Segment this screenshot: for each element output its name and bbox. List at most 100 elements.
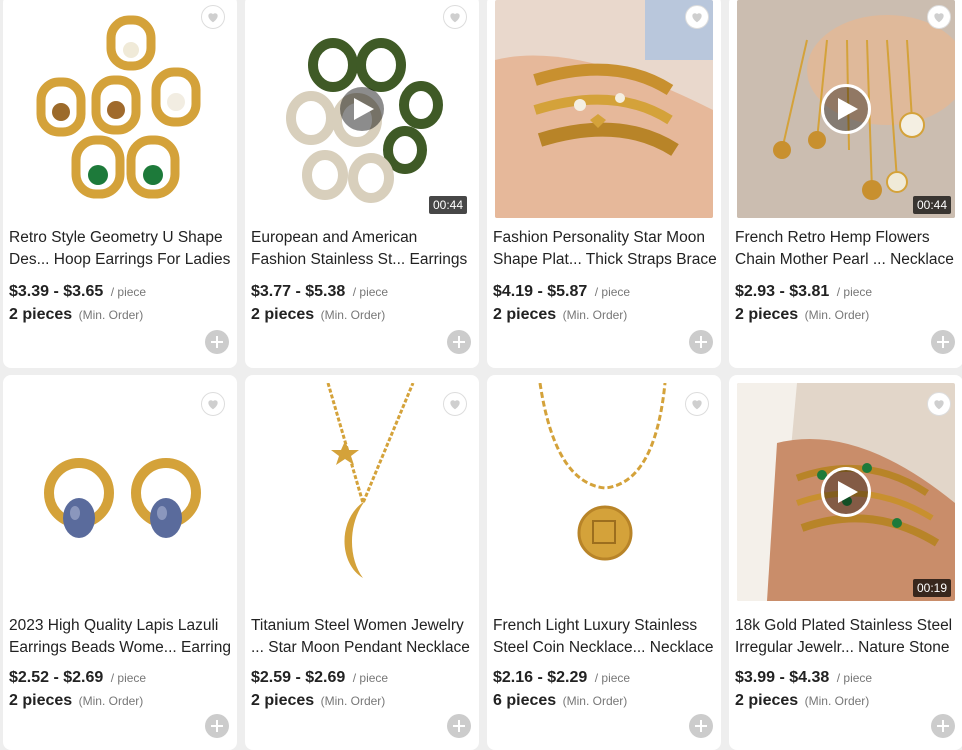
min-order-row: 2 pieces (Min. Order)	[735, 306, 869, 324]
add-button[interactable]	[447, 714, 471, 738]
product-title-line: Irregular Jewelr... Nature Stone	[735, 639, 950, 656]
price-row: $3.39 - $3.65 / piece	[9, 283, 146, 301]
min-order-quantity: 2 pieces	[735, 306, 799, 323]
min-order-row: 2 pieces (Min. Order)	[9, 306, 143, 324]
add-button[interactable]	[931, 330, 955, 354]
product-image[interactable]	[253, 383, 471, 601]
product-card[interactable]: 2023 High Quality Lapis Lazuli Earrings …	[3, 375, 237, 750]
price-range: $2.93 - $3.81	[735, 283, 830, 300]
heart-icon	[692, 13, 702, 23]
plus-icon	[211, 336, 223, 348]
play-button[interactable]	[340, 87, 384, 131]
product-title-line: Chain Mother Pearl ... Necklace	[735, 251, 954, 268]
favorite-button[interactable]	[201, 392, 225, 416]
product-title[interactable]: French Light Luxury Stainless Steel Coin…	[493, 615, 717, 659]
favorite-button[interactable]	[685, 392, 709, 416]
favorite-button[interactable]	[927, 392, 951, 416]
favorite-button[interactable]	[927, 5, 951, 29]
product-title-line: Fashion Personality Star Moon	[493, 229, 705, 246]
favorite-button[interactable]	[443, 392, 467, 416]
price-row: $3.99 - $4.38 / piece	[735, 669, 872, 687]
min-order-label: (Min. Order)	[320, 694, 386, 708]
plus-icon	[937, 336, 949, 348]
price-unit: / piece	[110, 285, 147, 299]
product-title-line: Fashion Stainless St... Earrings	[251, 251, 468, 268]
product-card[interactable]: Titanium Steel Women Jewelry ... Star Mo…	[245, 375, 479, 750]
heart-icon	[208, 400, 218, 410]
price-unit: / piece	[594, 285, 631, 299]
product-title-line: 18k Gold Plated Stainless Steel	[735, 617, 953, 634]
favorite-button[interactable]	[201, 5, 225, 29]
product-card[interactable]: 00:19 18k Gold Plated Stainless Steel Ir…	[729, 375, 962, 750]
product-title-line: Shape Plat... Thick Straps Brace	[493, 251, 717, 268]
favorite-button[interactable]	[685, 5, 709, 29]
min-order-label: (Min. Order)	[804, 694, 870, 708]
add-button[interactable]	[689, 714, 713, 738]
product-title-line: European and American	[251, 229, 418, 246]
min-order-label: (Min. Order)	[562, 694, 628, 708]
heart-icon	[450, 13, 460, 23]
product-card[interactable]: 00:44 French Retro Hemp Flowers Chain Mo…	[729, 0, 962, 368]
price-row: $2.16 - $2.29 / piece	[493, 669, 630, 687]
play-icon	[838, 98, 858, 120]
product-title[interactable]: 18k Gold Plated Stainless Steel Irregula…	[735, 615, 959, 659]
price-range: $2.59 - $2.69	[251, 669, 346, 686]
product-title-line: Steel Coin Necklace... Necklace	[493, 639, 714, 656]
price-range: $3.99 - $4.38	[735, 669, 830, 686]
price-range: $2.52 - $2.69	[9, 669, 104, 686]
add-button[interactable]	[205, 330, 229, 354]
product-title[interactable]: 2023 High Quality Lapis Lazuli Earrings …	[9, 615, 233, 659]
price-row: $2.52 - $2.69 / piece	[9, 669, 146, 687]
product-image[interactable]: 00:19	[737, 383, 955, 601]
product-title[interactable]: Titanium Steel Women Jewelry ... Star Mo…	[251, 615, 475, 659]
add-button[interactable]	[689, 330, 713, 354]
product-title-line: Titanium Steel Women Jewelry	[251, 617, 464, 634]
play-button[interactable]	[821, 84, 871, 134]
product-image[interactable]: 00:44	[737, 0, 955, 218]
plus-icon	[453, 720, 465, 732]
add-button[interactable]	[447, 330, 471, 354]
product-title[interactable]: French Retro Hemp Flowers Chain Mother P…	[735, 227, 959, 271]
product-image[interactable]: 00:44	[253, 0, 471, 218]
product-title-line: French Retro Hemp Flowers	[735, 229, 930, 246]
price-range: $4.19 - $5.87	[493, 283, 588, 300]
min-order-quantity: 2 pieces	[493, 306, 557, 323]
min-order-quantity: 2 pieces	[9, 692, 73, 709]
min-order-label: (Min. Order)	[320, 308, 386, 322]
plus-icon	[695, 336, 707, 348]
product-card[interactable]: Fashion Personality Star Moon Shape Plat…	[487, 0, 721, 368]
product-image[interactable]	[11, 383, 229, 601]
plus-icon	[937, 720, 949, 732]
product-image[interactable]	[11, 0, 229, 218]
add-button[interactable]	[205, 714, 229, 738]
price-range: $2.16 - $2.29	[493, 669, 588, 686]
play-icon	[354, 98, 374, 120]
min-order-label: (Min. Order)	[78, 308, 144, 322]
price-row: $2.59 - $2.69 / piece	[251, 669, 388, 687]
min-order-label: (Min. Order)	[78, 694, 144, 708]
product-title[interactable]: Retro Style Geometry U Shape Des... Hoop…	[9, 227, 233, 271]
product-title[interactable]: European and American Fashion Stainless …	[251, 227, 475, 271]
product-image[interactable]	[495, 383, 713, 601]
price-range: $3.77 - $5.38	[251, 283, 346, 300]
min-order-row: 6 pieces (Min. Order)	[493, 692, 627, 710]
video-duration: 00:19	[912, 579, 951, 597]
video-duration: 00:44	[912, 196, 951, 214]
favorite-button[interactable]	[443, 5, 467, 29]
product-card[interactable]: French Light Luxury Stainless Steel Coin…	[487, 375, 721, 750]
price-unit: / piece	[836, 671, 873, 685]
product-card[interactable]: 00:44 European and American Fashion Stai…	[245, 0, 479, 368]
add-button[interactable]	[931, 714, 955, 738]
min-order-quantity: 2 pieces	[9, 306, 73, 323]
min-order-quantity: 2 pieces	[251, 306, 315, 323]
price-unit: / piece	[836, 285, 873, 299]
product-card[interactable]: Retro Style Geometry U Shape Des... Hoop…	[3, 0, 237, 368]
product-title-line: Des... Hoop Earrings For Ladies	[9, 251, 231, 268]
product-image[interactable]	[495, 0, 713, 218]
min-order-label: (Min. Order)	[562, 308, 628, 322]
price-range: $3.39 - $3.65	[9, 283, 104, 300]
play-button[interactable]	[821, 467, 871, 517]
min-order-label: (Min. Order)	[804, 308, 870, 322]
price-unit: / piece	[352, 285, 389, 299]
product-title[interactable]: Fashion Personality Star Moon Shape Plat…	[493, 227, 717, 271]
